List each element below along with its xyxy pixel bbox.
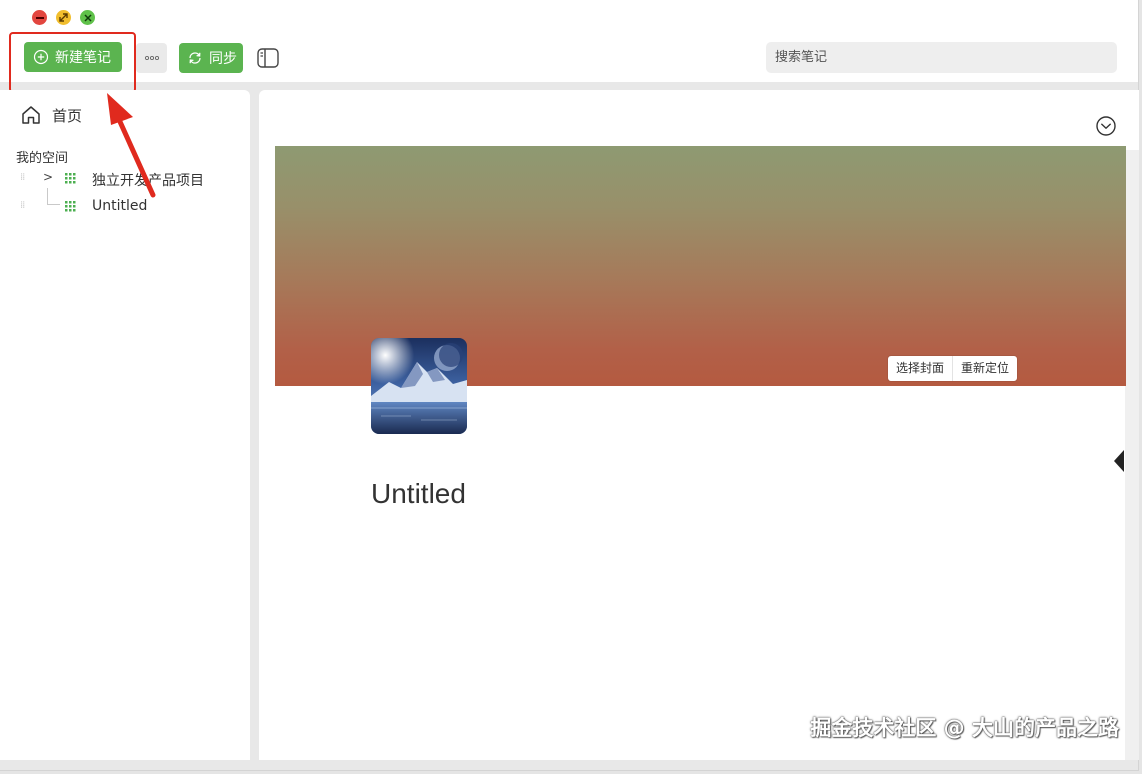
tree-item-label: Untitled — [92, 198, 148, 214]
sync-button[interactable]: 同步 — [179, 43, 243, 73]
ellipsis-icon — [144, 55, 159, 61]
more-options-button[interactable] — [136, 43, 167, 73]
caret-left-icon[interactable] — [1112, 448, 1126, 474]
close-x-icon — [83, 13, 92, 22]
plus-circle-icon — [33, 49, 49, 65]
tree-item-label: 独立开发产品项目 — [92, 173, 204, 189]
sidebar-item-home[interactable]: 首页 — [20, 104, 82, 126]
expand-icon — [59, 13, 68, 22]
close-window-button[interactable] — [32, 10, 47, 25]
toolbar: 新建笔记 同步 — [0, 0, 1138, 82]
tree-item-untitled[interactable]: ⁞⁞ Untitled — [0, 188, 250, 218]
sync-icon — [189, 52, 201, 64]
sidebar: 首页 我的空间 ⁞⁞ > 独立开发产品项目 ⁞⁞ Untitled — [0, 90, 250, 760]
editor-panel: 选择封面 重新定位 Untitled 掘金技术社区 @ 大山的产品之路 — [259, 90, 1139, 760]
cover-controls: 选择封面 重新定位 — [888, 356, 1018, 381]
home-icon — [22, 106, 40, 124]
chevron-right-icon[interactable]: > — [43, 170, 53, 184]
page-title[interactable]: Untitled — [371, 478, 466, 510]
scrollbar[interactable] — [1125, 150, 1139, 760]
minus-icon — [35, 16, 44, 19]
sidebar-toggle-icon[interactable] — [257, 48, 279, 68]
home-label: 首页 — [52, 106, 83, 125]
new-note-button[interactable]: 新建笔记 — [24, 42, 122, 72]
search-input[interactable] — [766, 42, 1117, 73]
grid-icon — [65, 201, 76, 212]
drag-handle-icon[interactable]: ⁞⁞ — [20, 172, 25, 183]
tree-item-project[interactable]: ⁞⁞ > 独立开发产品项目 — [0, 168, 250, 190]
app-window: 新建笔记 同步 搜索笔记 首页 我的空间 ⁞⁞ > 独立开发产品项目 ⁞⁞ Un… — [0, 0, 1139, 771]
mountain-landscape-icon — [371, 338, 467, 434]
section-title: 我的空间 — [16, 151, 69, 166]
sync-label: 同步 — [209, 51, 237, 67]
drag-handle-icon[interactable]: ⁞⁞ — [20, 200, 25, 211]
zoom-window-button[interactable] — [80, 10, 95, 25]
watermark: 掘金技术社区 @ 大山的产品之路 — [810, 716, 1119, 740]
chevron-down-circle-icon[interactable] — [1095, 115, 1117, 137]
page-icon[interactable] — [371, 338, 467, 434]
choose-cover-button[interactable]: 选择封面 — [888, 356, 952, 381]
reposition-button[interactable]: 重新定位 — [952, 356, 1017, 381]
fullscreen-window-button[interactable] — [56, 10, 71, 25]
tree-branch-line — [47, 188, 60, 205]
new-note-label: 新建笔记 — [55, 50, 111, 66]
grid-icon — [65, 173, 76, 184]
